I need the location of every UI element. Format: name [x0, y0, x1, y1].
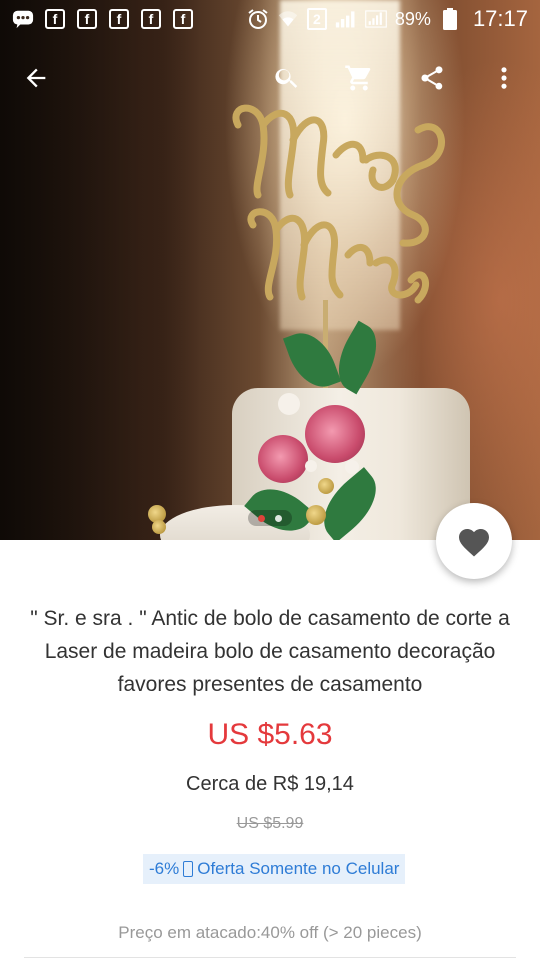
original-price: US $5.99	[236, 815, 304, 832]
wholesale-price-info[interactable]: Preço em atacado:40% off (> 20 pieces)	[0, 923, 540, 943]
berry-decoration	[318, 478, 334, 494]
pager-dot	[275, 514, 282, 522]
search-button[interactable]	[267, 58, 307, 98]
alarm-icon	[247, 8, 269, 30]
system-status: 2 89% 17:17	[247, 6, 528, 32]
more-options-button[interactable]	[484, 58, 524, 98]
facebook-icon: f	[108, 8, 130, 30]
promo-discount: -6%	[149, 859, 180, 878]
flower-bud	[278, 393, 300, 415]
berry-decoration	[306, 505, 326, 525]
status-bar: f f f f f 2 89% 17:17	[0, 0, 540, 38]
facebook-icon: f	[76, 8, 98, 30]
clock: 17:17	[472, 6, 528, 31]
promo-label: Oferta Somente no Celular	[197, 859, 400, 878]
flower-bud	[345, 460, 359, 474]
image-pager-indicator	[248, 510, 292, 526]
pager-dot-active	[258, 514, 265, 522]
local-currency-price: Cerca de R$ 19,14	[186, 773, 354, 795]
leaf-decoration	[282, 324, 342, 396]
back-button[interactable]	[16, 58, 56, 98]
berry-decoration	[152, 520, 166, 534]
product-price: US $5.63	[207, 718, 333, 751]
facebook-icon: f	[44, 8, 66, 30]
rose-decoration	[305, 405, 365, 463]
battery-percent: 89%	[394, 8, 431, 29]
back-arrow-icon	[26, 68, 46, 88]
heart-icon	[459, 529, 489, 557]
wifi-icon	[277, 8, 299, 30]
sim-slot-badge: 2	[306, 8, 327, 30]
battery-icon	[439, 8, 461, 30]
signal-icon-sim2	[365, 8, 387, 30]
top-toolbar	[0, 48, 540, 108]
messenger-icon	[12, 8, 34, 30]
cart-icon	[345, 65, 371, 91]
product-title: " Sr. e sra . " Antic de bolo de casamen…	[30, 607, 510, 696]
mobile-only-deal-badge[interactable]: -6% Oferta Somente no Celular	[143, 854, 406, 884]
facebook-icon: f	[172, 8, 194, 30]
signal-icon	[335, 8, 357, 30]
flower-bud	[305, 460, 317, 472]
cart-button[interactable]	[339, 58, 379, 98]
rose-decoration	[258, 435, 308, 483]
share-icon	[421, 66, 443, 90]
wishlist-button[interactable]	[436, 503, 512, 579]
mobile-phone-icon	[183, 861, 194, 877]
share-button[interactable]	[412, 58, 452, 98]
divider	[24, 957, 516, 958]
more-vert-icon	[501, 67, 507, 89]
mr-mrs-topper	[232, 104, 445, 304]
facebook-icon: f	[140, 8, 162, 30]
notification-icons: f f f f f	[12, 8, 194, 30]
search-icon	[275, 69, 298, 88]
